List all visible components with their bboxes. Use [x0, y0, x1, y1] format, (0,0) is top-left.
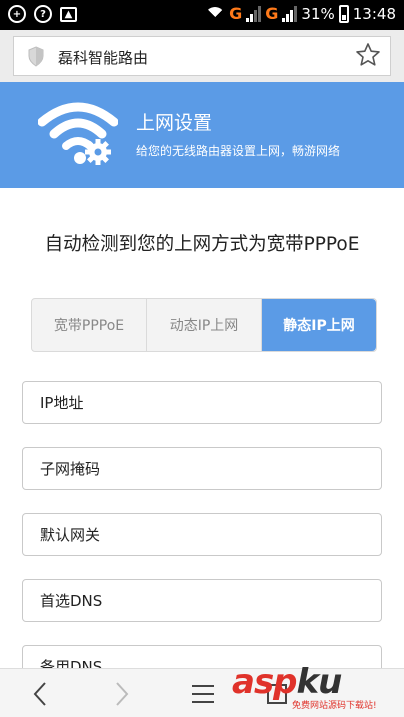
battery-percent: 31%	[301, 4, 335, 23]
page-title: 磊科智能路由	[58, 49, 149, 67]
tab-dynamic-ip[interactable]: 动态IP上网	[147, 299, 262, 351]
watermark-subtext: 免费网站源码下载站!	[292, 701, 377, 711]
bookmark-star-icon[interactable]	[354, 41, 382, 69]
watermark-text-asp: asp	[232, 662, 298, 702]
shield-icon	[28, 46, 44, 67]
image-icon: ▲	[60, 6, 77, 22]
status-left-icons: + ? ▲	[8, 5, 77, 23]
status-bar: + ? ▲ G G 31% 13:48	[0, 0, 404, 30]
connection-type-tabs: 宽带PPPoE 动态IP上网 静态IP上网	[31, 298, 377, 352]
wifi-icon	[205, 6, 226, 27]
help-icon: ?	[34, 5, 52, 23]
battery-icon	[338, 4, 349, 23]
ip-address-input[interactable]	[22, 381, 382, 424]
signal-icon	[246, 5, 262, 22]
status-right-icons: G G 31% 13:48	[205, 4, 396, 27]
signal-icon-2	[282, 5, 298, 22]
subnet-mask-input[interactable]	[22, 447, 382, 490]
detection-headline: 自动检测到您的上网方式为宽带PPPoE	[44, 234, 360, 255]
menu-icon[interactable]	[188, 679, 218, 709]
wifi-settings-icon	[38, 102, 118, 165]
browser-toolbar: 磊科智能路由	[0, 30, 404, 82]
header-banner: 上网设置 给您的无线路由器设置上网，畅游网络	[0, 82, 404, 188]
banner-title: 上网设置	[136, 112, 213, 134]
back-icon[interactable]	[26, 679, 56, 709]
watermark-logo: aspku 免费网站源码下载站!	[232, 662, 404, 717]
sync-icon: +	[8, 5, 26, 23]
banner-subtitle: 给您的无线路由器设置上网，畅游网络	[136, 144, 341, 158]
network-type-label-2: G	[265, 4, 279, 23]
clock: 13:48	[352, 4, 396, 23]
tab-static-ip[interactable]: 静态IP上网	[262, 299, 376, 351]
address-bar[interactable]: 磊科智能路由	[13, 36, 391, 76]
forward-icon[interactable]	[106, 679, 136, 709]
network-type-label: G	[229, 4, 243, 23]
tab-pppoe[interactable]: 宽带PPPoE	[32, 299, 147, 351]
primary-dns-input[interactable]	[22, 579, 382, 622]
watermark-text-ku: ku	[296, 662, 343, 702]
default-gateway-input[interactable]	[22, 513, 382, 556]
